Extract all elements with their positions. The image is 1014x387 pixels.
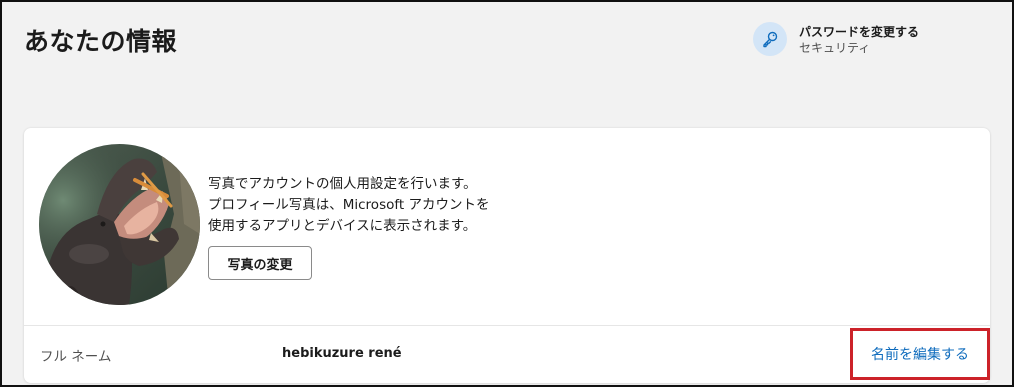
security-subtitle: セキュリティ — [799, 41, 871, 55]
change-password-link[interactable]: パスワードを変更する セキュリティ — [753, 22, 919, 56]
photo-description: 写真でアカウントの個人用設定を行います。 プロフィール写真は、Microsoft… — [208, 174, 528, 237]
change-photo-button[interactable]: 写真の変更 — [208, 246, 312, 280]
divider — [24, 325, 990, 326]
photo-description-line: プロフィール写真は、Microsoft アカウントを — [208, 197, 490, 213]
page-title: あなたの情報 — [24, 27, 178, 56]
profile-card: 写真でアカウントの個人用設定を行います。 プロフィール写真は、Microsoft… — [24, 128, 990, 383]
full-name-value: hebikuzure rené — [282, 346, 402, 361]
photo-description-line: 写真でアカウントの個人用設定を行います。 — [208, 176, 477, 192]
change-password-title: パスワードを変更する — [799, 25, 920, 39]
window-frame: あなたの情報 パスワードを変更する セキュリティ 写真でアカウントの個人用設定を… — [0, 0, 1014, 387]
edit-name-link[interactable]: 名前を編集する — [850, 328, 990, 380]
full-name-label: フル ネーム — [40, 349, 112, 365]
avatar — [39, 144, 200, 305]
key-icon — [753, 22, 787, 56]
photo-description-line: 使用するアプリとデバイスに表示されます。 — [208, 218, 477, 234]
